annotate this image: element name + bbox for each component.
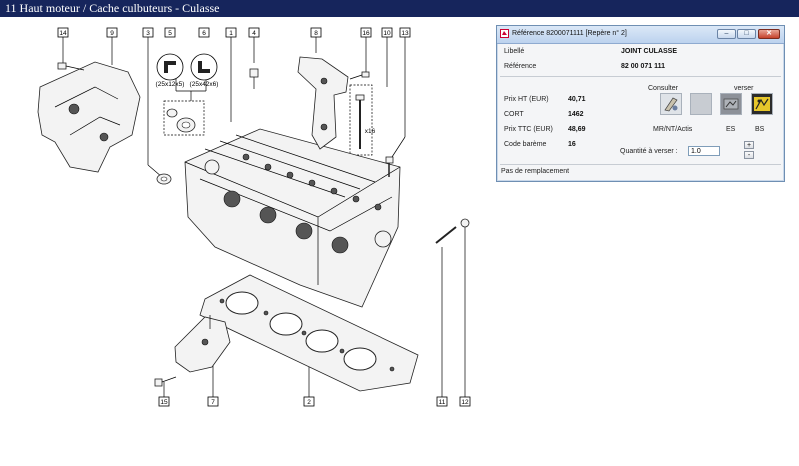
- maximize-button[interactable]: □: [737, 29, 756, 39]
- tag-16: 16: [362, 30, 370, 37]
- libelle-label: Libellé: [504, 48, 525, 55]
- tag-3: 3: [146, 30, 150, 37]
- es-icon: [723, 98, 739, 110]
- tag-10: 10: [383, 30, 391, 37]
- tag-4: 4: [252, 30, 256, 37]
- bs-label: BS: [755, 126, 765, 133]
- blank-square: [690, 93, 712, 115]
- quantity-input[interactable]: [688, 146, 720, 156]
- cylinder-head: [184, 128, 401, 308]
- tag-12: 12: [461, 399, 469, 406]
- cort-label: CORT: [504, 111, 524, 118]
- svg-text:(25x12x5): (25x12x5): [156, 81, 185, 88]
- es-button[interactable]: [720, 93, 742, 115]
- tag-9: 9: [110, 30, 114, 37]
- bs-icon: [754, 97, 770, 111]
- libelle-value: JOINT CULASSE: [621, 48, 678, 55]
- bs-button[interactable]: [751, 93, 773, 115]
- consult-icon: [664, 97, 678, 112]
- app-icon: [500, 29, 509, 38]
- prix-ht-value: 40,71: [568, 96, 586, 103]
- code-bareme-label: Code barème: [504, 141, 547, 148]
- prix-ttc-label: Prix TTC (EUR): [504, 126, 553, 133]
- close-button[interactable]: ✕: [758, 29, 780, 39]
- status-text: Pas de remplacement: [501, 168, 570, 175]
- seal-5-detail: [156, 53, 184, 81]
- reference-popup-window[interactable]: Référence 8200071111 [Repère n° 2] – □ ✕…: [496, 25, 785, 182]
- tag-5: 5: [168, 30, 172, 37]
- close-icon: ✕: [766, 30, 772, 37]
- engine-bracket: [37, 61, 141, 173]
- popup-titlebar[interactable]: Référence 8200071111 [Repère n° 2] – □ ✕: [497, 26, 784, 44]
- consult-button[interactable]: [660, 93, 682, 115]
- minimize-icon: –: [724, 30, 729, 37]
- seal-6-detail: [190, 53, 218, 81]
- tag-6: 6: [202, 30, 206, 37]
- tag-7: 7: [211, 399, 215, 406]
- nut-12: [460, 218, 470, 228]
- divider: [500, 164, 781, 165]
- quantity-increase-button[interactable]: +: [744, 141, 754, 149]
- lifting-bracket: [297, 56, 349, 150]
- reference-label: Référence: [504, 63, 537, 70]
- es-label: ES: [726, 126, 736, 133]
- tag-8: 8: [314, 30, 318, 37]
- consulter-label: Consulter: [648, 85, 678, 92]
- quantite-label: Quantité à verser :: [620, 148, 678, 155]
- nut-4: [249, 68, 259, 89]
- maximize-icon: □: [744, 30, 749, 37]
- prix-ht-label: Prix HT (EUR): [504, 96, 549, 103]
- quantity-decrease-button[interactable]: -: [744, 151, 754, 159]
- code-bareme-value: 16: [568, 141, 576, 148]
- stud-11: [435, 226, 457, 244]
- divider: [500, 76, 781, 77]
- cort-value: 1462: [568, 111, 584, 118]
- minimize-button[interactable]: –: [717, 29, 736, 39]
- tag-11: 11: [439, 399, 446, 406]
- head-bolts-10: [355, 94, 365, 149]
- seal-5: [166, 108, 178, 118]
- tag-14: 14: [59, 30, 67, 37]
- mr-label: MR/NT/Actis: [653, 126, 693, 133]
- window-title: 11 Haut moteur / Cache culbuteurs - Cula…: [0, 0, 799, 17]
- tag-15: 15: [160, 399, 168, 406]
- screw-16: [349, 71, 370, 80]
- popup-title: Référence 8200071111 [Repère n° 2]: [512, 30, 627, 37]
- bolt-14: [57, 62, 85, 71]
- bolt-15: [154, 376, 177, 387]
- svg-text:(25x42x6): (25x42x6): [190, 81, 219, 88]
- tag-13: 13: [401, 30, 409, 37]
- svg-text:x16: x16: [365, 128, 376, 135]
- verser-label: verser: [734, 85, 754, 92]
- bracket-7: [174, 315, 231, 373]
- reference-value: 82 00 071 111: [621, 63, 665, 70]
- prix-ttc-value: 48,69: [568, 126, 586, 133]
- tag-1: 1: [229, 30, 233, 37]
- tag-2: 2: [307, 399, 311, 406]
